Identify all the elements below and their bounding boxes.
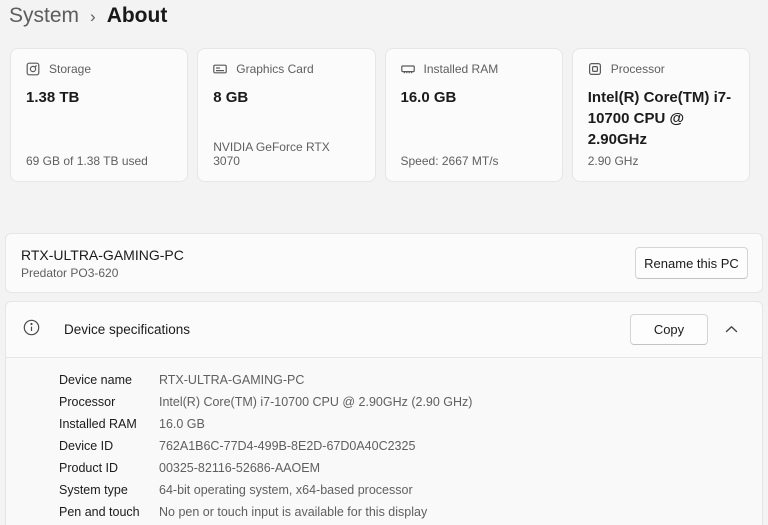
spec-label: Pen and touch <box>59 505 140 519</box>
spec-row-device-id: Device ID 762A1B6C-77D4-499B-8E2D-67D0A4… <box>59 435 762 457</box>
spec-label: Device ID <box>59 439 114 453</box>
spec-value: 762A1B6C-77D4-499B-8E2D-67D0A40C2325 <box>159 439 416 453</box>
spec-value: 64-bit operating system, x64-based proce… <box>159 483 413 497</box>
spec-row-system-type: System type 64-bit operating system, x64… <box>59 479 762 501</box>
installed-ram-value: 16.0 GB <box>400 89 457 106</box>
processor-card-value: Intel(R) Core(TM) i7-10700 CPU @ 2.90GHz <box>587 89 732 148</box>
info-cards-row: Storage 1.38 TB 69 GB of 1.38 TB used Gr… <box>10 48 750 182</box>
installed-ram-caption: Speed: 2667 MT/s <box>400 154 499 168</box>
processor-card: Processor Intel(R) Core(TM) i7-10700 CPU… <box>571 48 750 182</box>
spec-value: 16.0 GB <box>159 417 205 431</box>
processor-icon <box>588 62 602 76</box>
storage-card-header: Storage <box>26 62 172 76</box>
gpu-icon <box>213 62 228 76</box>
spec-value: No pen or touch input is available for t… <box>159 505 428 519</box>
spec-row-pen-and-touch: Pen and touch No pen or touch input is a… <box>59 501 762 523</box>
device-model: Predator PO3-620 <box>21 265 119 280</box>
processor-card-header: Processor <box>588 62 734 76</box>
graphics-card-caption: NVIDIA GeForce RTX 3070 <box>213 140 330 168</box>
spec-label: Installed RAM <box>59 417 137 431</box>
spec-label: Processor <box>59 395 116 409</box>
processor-card-caption: 2.90 GHz <box>587 154 639 168</box>
spec-row-installed-ram: Installed RAM 16.0 GB <box>59 413 762 435</box>
processor-card-label: Processor <box>610 62 665 76</box>
storage-card: Storage 1.38 TB 69 GB of 1.38 TB used <box>10 48 189 182</box>
storage-icon <box>26 62 40 76</box>
graphics-card-card: Graphics Card 8 GB NVIDIA GeForce RTX 30… <box>197 48 376 182</box>
spec-label: Device name <box>59 373 132 387</box>
storage-card-caption: 69 GB of 1.38 TB used <box>26 154 148 168</box>
device-name-card: RTX-ULTRA-GAMING-PC Predator PO3-620 Ren… <box>5 233 763 293</box>
installed-ram-header: Installed RAM <box>400 62 547 76</box>
spec-value: Intel(R) Core(TM) i7-10700 CPU @ 2.90GHz… <box>159 395 473 409</box>
spec-value: RTX-ULTRA-GAMING-PC <box>159 373 305 387</box>
settings-about-page: System › About Storage 1.38 TB 69 GB of … <box>0 0 768 525</box>
page-title: About <box>106 4 168 27</box>
device-name: RTX-ULTRA-GAMING-PC <box>21 246 184 263</box>
info-icon <box>23 319 40 341</box>
storage-card-value: 1.38 TB <box>26 89 80 106</box>
spec-row-product-id: Product ID 00325-82116-52686-AAOEM <box>59 457 762 479</box>
device-specifications-title: Device specifications <box>64 322 191 337</box>
breadcrumb-separator-icon: › <box>90 6 96 26</box>
spec-label: System type <box>59 483 128 497</box>
ram-icon <box>400 62 415 76</box>
installed-ram-card: Installed RAM 16.0 GB Speed: 2667 MT/s <box>384 48 563 182</box>
spec-value: 00325-82116-52686-AAOEM <box>159 461 320 475</box>
device-specifications-header[interactable]: Device specifications Copy <box>6 302 762 357</box>
storage-card-label: Storage <box>49 62 92 76</box>
copy-button[interactable]: Copy <box>630 314 708 345</box>
device-specifications-card: Device specifications Copy Device name R… <box>5 301 763 525</box>
device-specifications-body: Device name RTX-ULTRA-GAMING-PC Processo… <box>6 357 762 525</box>
rename-pc-button[interactable]: Rename this PC <box>635 247 748 279</box>
chevron-up-icon[interactable] <box>714 314 748 345</box>
spec-row-device-name: Device name RTX-ULTRA-GAMING-PC <box>59 369 762 391</box>
graphics-card-value: 8 GB <box>213 89 249 106</box>
graphics-card-header: Graphics Card <box>213 62 359 76</box>
breadcrumb: System › About <box>9 4 167 28</box>
graphics-card-label: Graphics Card <box>236 62 314 76</box>
breadcrumb-system[interactable]: System <box>9 4 79 28</box>
spec-row-processor: Processor Intel(R) Core(TM) i7-10700 CPU… <box>59 391 762 413</box>
device-name-block: RTX-ULTRA-GAMING-PC Predator PO3-620 <box>21 247 184 280</box>
spec-label: Product ID <box>59 461 119 475</box>
installed-ram-label: Installed RAM <box>423 62 499 76</box>
